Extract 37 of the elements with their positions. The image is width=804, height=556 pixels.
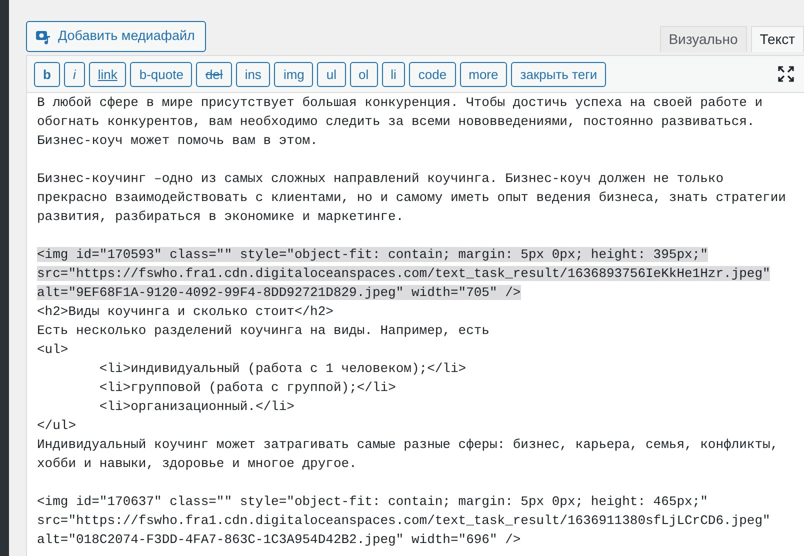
media-icon xyxy=(35,28,52,45)
code-line: <ul> xyxy=(37,342,68,357)
code-line: <h2>Виды коучинга и сколько стоит</h2> xyxy=(37,304,334,319)
add-media-button[interactable]: Добавить медиафайл xyxy=(26,21,206,52)
format-button[interactable]: more xyxy=(460,62,508,86)
code-line: <img id="170637" class="" style="object-fit: contain; margin: 5px 0px; height: 465px;" xyxy=(37,494,708,509)
code-line: прекрасно взаимодействовать с клиентами, но и самому иметь опыт ведения бизнеса, знать стратегии xyxy=(37,190,786,205)
format-button[interactable]: ol xyxy=(350,62,378,86)
format-button[interactable]: b-quote xyxy=(130,62,192,86)
code-line: Есть несколько разделений коучинга на виды. Например, есть xyxy=(37,323,490,338)
code-line: <li>организационный.</li> xyxy=(98,399,294,414)
format-button[interactable]: i xyxy=(64,62,85,86)
format-button[interactable]: del xyxy=(196,62,232,86)
format-button[interactable]: li xyxy=(382,62,406,86)
format-button[interactable]: закрыть теги xyxy=(511,62,606,86)
code-line: хобби и навыки, здоровье и многое другое. xyxy=(37,456,357,471)
format-button[interactable]: img xyxy=(274,62,314,86)
format-button[interactable]: code xyxy=(409,62,456,86)
code-line: </ul> xyxy=(37,418,76,433)
fullscreen-icon[interactable] xyxy=(778,66,794,82)
code-line: <li>групповой (работа с группой);</li> xyxy=(98,380,396,395)
format-button[interactable]: ins xyxy=(236,62,270,86)
format-button[interactable]: ul xyxy=(317,62,346,86)
code-line: обогнать конкурентов, вам необходимо следить за всеми нововведениями, постоянно развиваться. xyxy=(37,114,755,129)
code-line: <li>индивидуальный (работа с 1 человеком);</li> xyxy=(98,361,466,376)
code-line: В любой сфере в мире присутствует большая конкуренция. Чтобы достичь успеха на своей работе и xyxy=(37,95,763,110)
code-line: src="https://fswho.fra1.cdn.digitaloceanspaces.com/text_task_result/1636911380sfLjLCrCD6.jpeg" xyxy=(37,513,770,528)
format-button[interactable]: link xyxy=(88,62,126,86)
code-line: развития, разбираться в экономике и маркетинге. xyxy=(37,209,404,224)
code-line: alt="018C2074-F3DD-4FA7-863C-1C3A954D42B2.jpeg" width="696" /> xyxy=(37,532,521,547)
code-line: Бизнес-коуч может помочь вам в этом. xyxy=(37,133,318,148)
editor-tab[interactable]: Текст xyxy=(750,26,804,52)
text-editor[interactable] xyxy=(26,93,804,556)
code-line: Бизнес-коучинг –одно из самых сложных направлений коучинга. Бизнес-коуч должен не только xyxy=(37,171,724,186)
format-button[interactable]: b xyxy=(34,62,60,86)
editor-tab[interactable]: Визуально xyxy=(660,26,747,52)
code-line: Индивидуальный коучинг может затрагивать самые разные сферы: бизнес, карьера, семья, конфликты, xyxy=(37,437,778,452)
